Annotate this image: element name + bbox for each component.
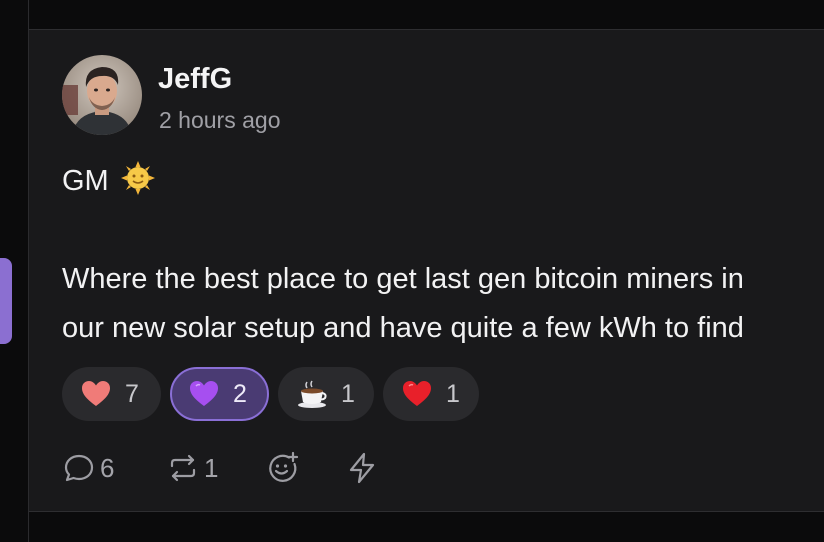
reaction-coffee[interactable]: 1 [278,367,374,421]
repost-button[interactable]: 1 [166,448,218,488]
post-line-3: our new solar setup and have quite a few… [62,312,744,344]
lightning-icon [349,452,375,484]
comment-icon [64,454,94,482]
repost-icon [170,454,196,482]
post-line-2: Where the best place to get last gen bit… [62,263,744,295]
active-nav-indicator [0,258,12,344]
red-heart-icon [82,381,110,406]
post-line-1: GM [62,157,824,206]
post-greeting: GM [62,165,109,197]
sun-face-icon [120,161,155,195]
post-content: GM Where the best place to get last gen … [62,157,824,353]
reply-button[interactable]: 6 [62,448,114,488]
reaction-bright-heart[interactable]: 1 [383,367,479,421]
reply-count: 6 [100,452,115,483]
add-reaction-icon [269,451,299,482]
left-sidebar-rail [0,0,29,542]
zap-button[interactable] [345,448,379,488]
avatar-photo [62,55,142,135]
post-timestamp[interactable]: 2 hours ago [159,107,280,134]
author-avatar[interactable] [62,55,142,135]
purple-heart-icon [190,381,218,406]
post-card[interactable]: JeffG 2 hours ago GM Where the best plac… [29,30,824,512]
repost-count: 1 [204,452,219,483]
hot-beverage-icon [298,380,327,408]
add-reaction-button[interactable] [265,448,299,488]
reaction-count: 1 [341,379,355,408]
bright-red-heart-icon [403,381,431,406]
previous-post-edge [29,0,824,30]
next-post-edge [29,512,824,542]
reaction-count: 2 [233,379,247,408]
reaction-purple-heart[interactable]: 2 [170,367,269,421]
reaction-red-heart[interactable]: 7 [62,367,161,421]
reaction-count: 1 [446,379,460,408]
reaction-count: 7 [125,379,139,408]
author-name[interactable]: JeffG [158,63,232,96]
